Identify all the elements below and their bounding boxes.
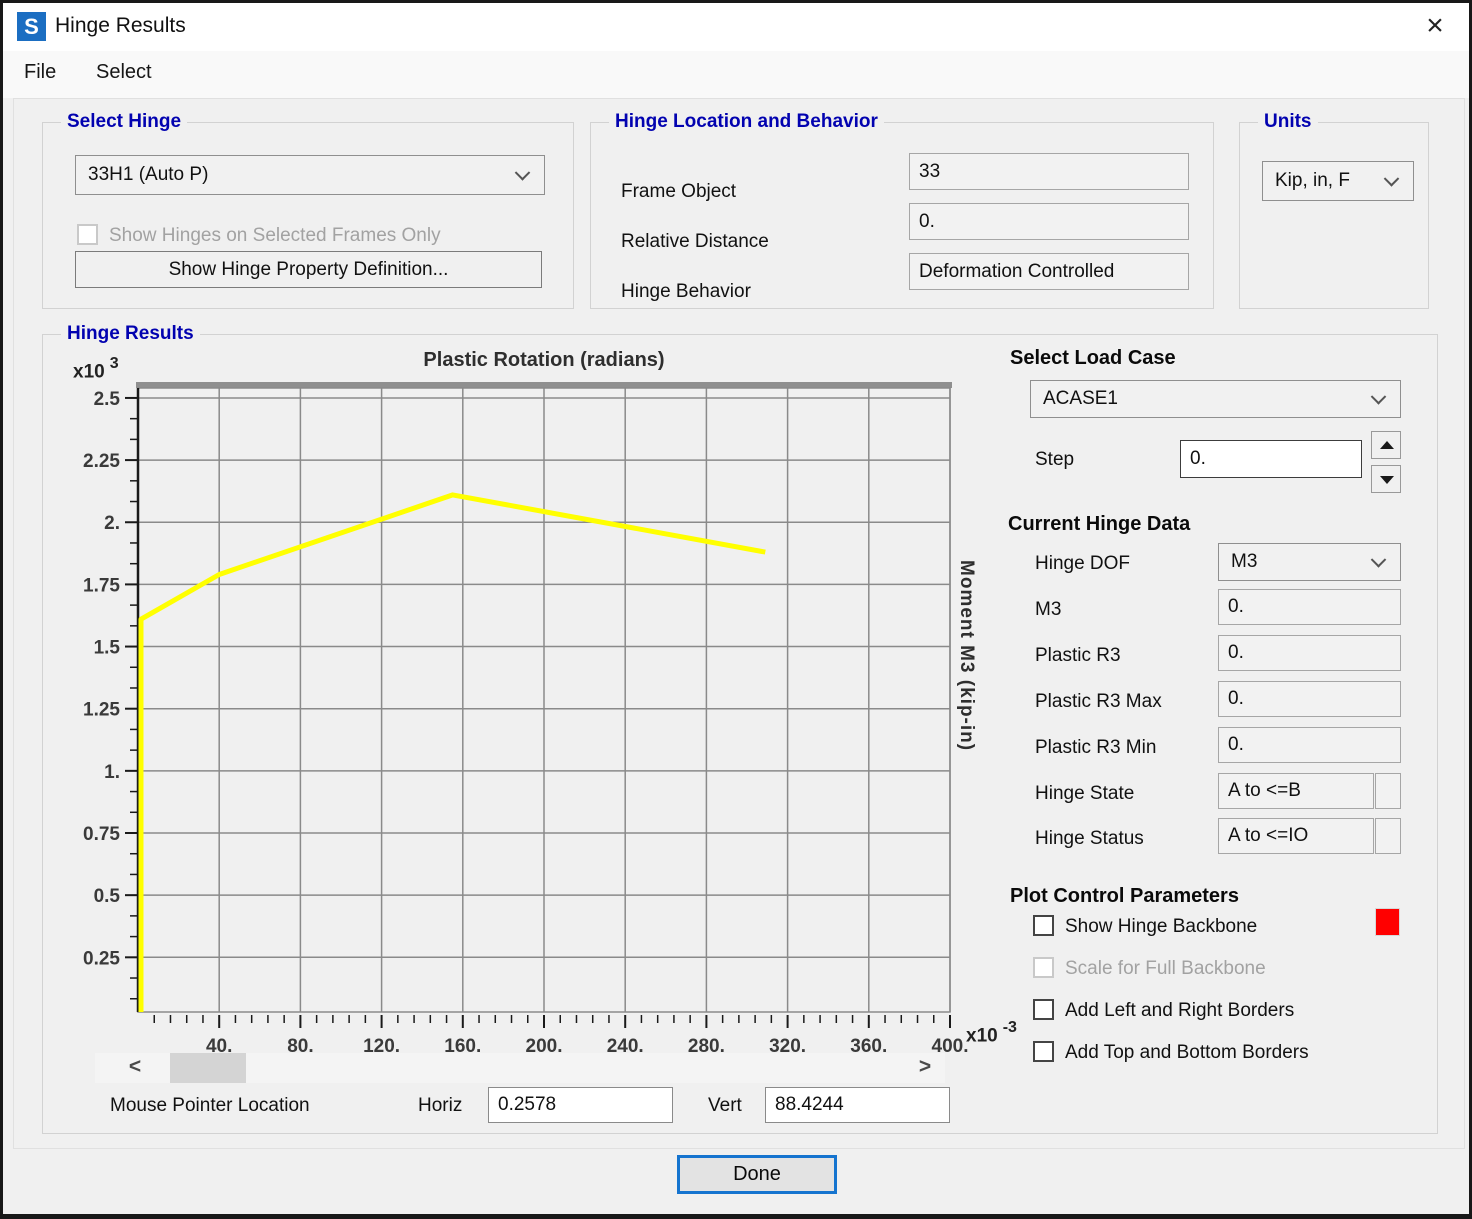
vert-value-field: 88.4244 [765,1087,950,1123]
plastic-r3-value: 0. [1218,635,1401,671]
units-value: Kip, in, F [1275,170,1350,191]
svg-text:1.25: 1.25 [83,700,120,721]
scale-for-full-backbone-checkbox[interactable] [1033,957,1054,978]
app-logo-letter: S [24,14,39,39]
hinge-results-group: Hinge Results Plastic Rotation (radians)… [42,334,1438,1134]
svg-text:1.5: 1.5 [94,638,121,659]
show-hinge-backbone-label: Show Hinge Backbone [1065,916,1257,938]
units-group-label: Units [1258,111,1318,133]
plastic-r3-min-label: Plastic R3 Min [1035,737,1156,759]
hinge-location-group: Hinge Location and Behavior Frame Object… [590,122,1214,309]
load-case-dropdown[interactable]: ACASE1 [1030,380,1401,418]
select-hinge-group-label: Select Hinge [61,111,187,133]
vert-label: Vert [708,1095,742,1117]
backbone-color-swatch[interactable] [1375,908,1400,936]
plot-horizontal-scrollbar[interactable]: < > [95,1053,945,1083]
add-top-bottom-borders-checkbox[interactable] [1033,1041,1054,1062]
plastic-r3-max-label: Plastic R3 Max [1035,691,1162,713]
svg-text:2.: 2. [104,513,120,534]
plot-control-parameters-header: Plot Control Parameters [1010,885,1239,908]
hinge-dof-value: M3 [1231,551,1257,572]
step-down-button[interactable] [1371,465,1401,493]
hinge-status-label: Hinge Status [1035,828,1144,850]
frame-object-value: 33 [909,153,1189,190]
title-bar: S Hinge Results × [3,3,1469,51]
add-top-bottom-borders-label: Add Top and Bottom Borders [1065,1042,1309,1064]
units-group: Units Kip, in, F [1239,122,1429,309]
current-hinge-data-header: Current Hinge Data [1008,513,1190,536]
units-dropdown[interactable]: Kip, in, F [1262,161,1414,201]
x-axis-scale-label: x10-3 [966,1021,1012,1047]
menu-select[interactable]: Select [96,61,152,84]
hinge-behavior-value: Deformation Controlled [909,253,1189,290]
svg-text:0.5: 0.5 [94,886,121,907]
dialog-body: Select Hinge 33H1 (Auto P) Show Hinges o… [13,98,1465,1149]
scrollbar-thumb[interactable] [170,1053,246,1083]
up-arrow-icon [1380,441,1394,449]
select-hinge-group: Select Hinge 33H1 (Auto P) Show Hinges o… [42,122,574,309]
m3-label: M3 [1035,599,1061,621]
hinge-state-label: Hinge State [1035,783,1134,805]
chevron-down-icon [515,165,531,181]
m3-value: 0. [1218,589,1401,625]
hinge-select-dropdown[interactable]: 33H1 (Auto P) [75,155,545,195]
window-title: Hinge Results [55,14,186,38]
step-up-button[interactable] [1371,431,1401,459]
show-hinges-selected-frames-label: Show Hinges on Selected Frames Only [109,225,441,247]
svg-text:1.75: 1.75 [83,575,120,596]
scroll-left-icon[interactable]: < [115,1053,155,1083]
down-arrow-icon [1380,476,1394,484]
relative-distance-value: 0. [909,203,1189,240]
chevron-down-icon [1371,389,1387,405]
svg-text:2.5: 2.5 [94,389,121,410]
svg-text:0.75: 0.75 [83,824,120,845]
load-case-value: ACASE1 [1043,388,1118,409]
show-hinge-backbone-checkbox[interactable] [1033,915,1054,936]
plastic-r3-max-value: 0. [1218,681,1401,717]
relative-distance-label: Relative Distance [621,231,769,253]
step-input[interactable]: 0. [1180,440,1362,478]
horiz-label: Horiz [418,1095,462,1117]
show-hinge-property-definition-button[interactable]: Show Hinge Property Definition... [75,251,542,288]
add-left-right-borders-checkbox[interactable] [1033,999,1054,1020]
frame-object-label: Frame Object [621,181,736,203]
horiz-value-field: 0.2578 [488,1087,673,1123]
show-hinges-selected-frames-checkbox[interactable] [77,224,98,245]
chart-title: Plastic Rotation (radians) [138,349,950,372]
menu-bar: File Select [3,51,1469,98]
hinge-behavior-label: Hinge Behavior [621,281,751,303]
hinge-state-value: A to <=B [1218,773,1374,809]
hinge-plot[interactable]: 0.250.50.751.1.251.51.752.2.252.540.80.1… [60,375,1028,1055]
scale-for-full-backbone-label: Scale for Full Backbone [1065,958,1266,980]
plastic-r3-min-value: 0. [1218,727,1401,763]
svg-text:1.: 1. [104,762,120,783]
close-icon[interactable]: × [1417,9,1453,45]
step-label: Step [1035,449,1074,471]
plastic-r3-label: Plastic R3 [1035,645,1121,667]
scroll-right-icon[interactable]: > [905,1053,945,1083]
hinge-dof-dropdown[interactable]: M3 [1218,543,1401,581]
hinge-state-color-box [1375,773,1401,809]
menu-file[interactable]: File [24,61,56,84]
right-axis-label: Moment M3 (kip-in) [955,560,977,751]
hinge-select-value: 33H1 (Auto P) [88,164,208,185]
chevron-down-icon [1371,552,1387,568]
hinge-results-group-label: Hinge Results [61,323,200,345]
hinge-results-dialog: S Hinge Results × File Select Select Hin… [0,0,1472,1219]
hinge-location-group-label: Hinge Location and Behavior [609,111,884,133]
svg-text:0.25: 0.25 [83,948,120,969]
hinge-status-value: A to <=IO [1218,818,1374,854]
done-button[interactable]: Done [677,1155,837,1194]
svg-text:2.25: 2.25 [83,451,120,472]
hinge-dof-label: Hinge DOF [1035,553,1130,575]
add-left-right-borders-label: Add Left and Right Borders [1065,1000,1294,1022]
mouse-pointer-location-label: Mouse Pointer Location [110,1095,310,1117]
select-load-case-header: Select Load Case [1010,347,1176,370]
hinge-status-color-box [1375,818,1401,854]
chevron-down-icon [1384,171,1400,187]
app-logo-icon: S [17,12,46,41]
